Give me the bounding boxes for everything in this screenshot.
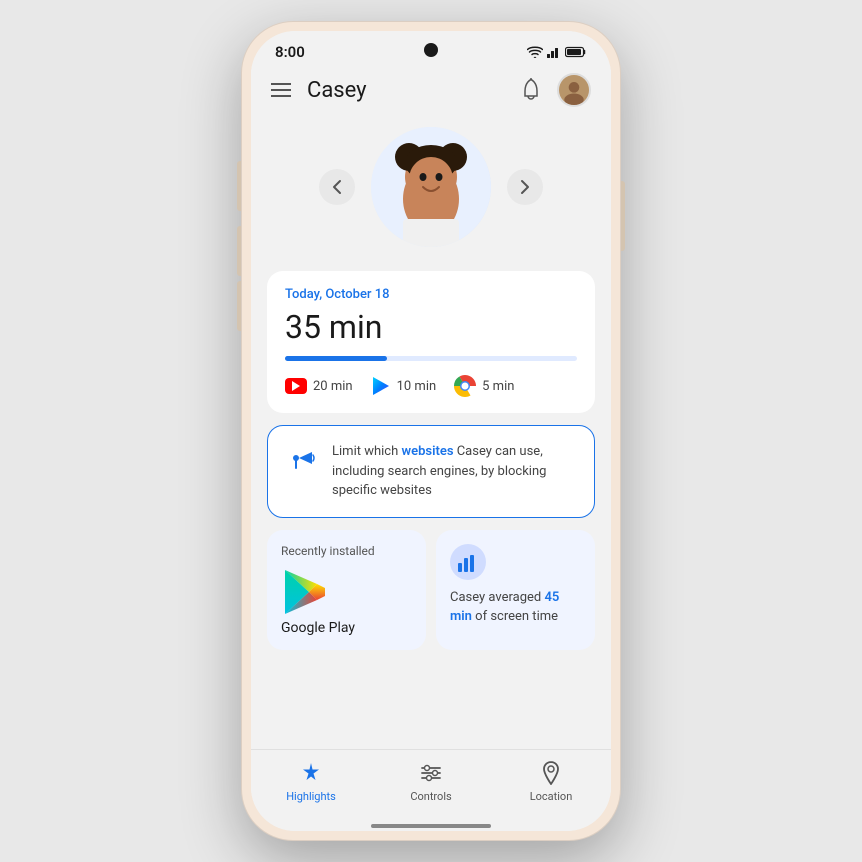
bell-icon[interactable] — [517, 76, 545, 104]
stats-text-suffix: of screen time — [472, 609, 558, 624]
home-indicator — [251, 825, 611, 831]
phone-screen: 8:00 — [251, 31, 611, 831]
camera-notch — [424, 43, 438, 57]
wifi-icon — [527, 46, 543, 59]
signal-icon — [547, 46, 561, 58]
location-icon — [538, 760, 564, 786]
next-child-button[interactable] — [507, 169, 543, 205]
progress-bar-fill — [285, 356, 387, 361]
date-label: Today, October 18 — [285, 287, 577, 302]
app-content: Casey — [251, 65, 611, 831]
recently-installed-app-name: Google Play — [281, 620, 412, 636]
child-avatar — [371, 127, 491, 247]
gplay-usage: 10 min — [371, 376, 437, 396]
nav-item-highlights[interactable]: Highlights — [251, 760, 371, 803]
bottom-spacer — [267, 662, 595, 670]
menu-icon[interactable] — [271, 83, 291, 97]
promo-text-prefix: Limit which — [332, 444, 401, 459]
google-play-small-icon — [371, 376, 391, 396]
youtube-usage: 20 min — [285, 378, 353, 394]
recently-installed-label: Recently installed — [281, 544, 412, 558]
top-bar-left: Casey — [271, 78, 367, 103]
nav-item-location[interactable]: Location — [491, 760, 611, 803]
prev-child-button[interactable] — [319, 169, 355, 205]
stats-icon — [450, 544, 486, 580]
chrome-usage: 5 min — [454, 375, 514, 397]
promo-text-bold: websites — [401, 444, 453, 459]
promo-card[interactable]: Limit which websites Casey can use, incl… — [267, 425, 595, 518]
stats-text: Casey averaged 45 min of screen time — [450, 588, 581, 627]
screen-time-card: Today, October 18 35 min 20 min — [267, 271, 595, 413]
youtube-icon — [285, 378, 307, 394]
status-time: 8:00 — [275, 43, 305, 61]
promo-text: Limit which websites Casey can use, incl… — [332, 442, 576, 501]
progress-bar — [285, 356, 577, 361]
nav-item-controls[interactable]: Controls — [371, 760, 491, 803]
home-indicator-bar — [371, 824, 491, 828]
bottom-cards-row: Recently installed — [267, 530, 595, 650]
controls-icon — [418, 760, 444, 786]
recently-installed-card[interactable]: Recently installed — [267, 530, 426, 650]
chrome-time: 5 min — [482, 379, 514, 394]
status-bar: 8:00 — [251, 31, 611, 65]
google-play-large-icon — [281, 568, 329, 616]
highlights-label: Highlights — [286, 790, 336, 803]
promo-icon — [286, 442, 318, 474]
scroll-content: Today, October 18 35 min 20 min — [251, 119, 611, 749]
parent-avatar[interactable] — [557, 73, 591, 107]
chrome-icon — [454, 375, 476, 397]
app-usage-row: 20 min — [285, 375, 577, 397]
stats-text-prefix: Casey averaged — [450, 590, 545, 605]
battery-icon — [565, 46, 587, 58]
stats-card[interactable]: Casey averaged 45 min of screen time — [436, 530, 595, 650]
profile-section — [267, 119, 595, 259]
page-title: Casey — [307, 78, 367, 103]
bottom-nav: Highlights Controls — [251, 749, 611, 823]
gplay-time: 10 min — [397, 379, 437, 394]
location-label: Location — [530, 790, 573, 803]
screen-time-value: 35 min — [285, 308, 577, 346]
top-bar: Casey — [251, 65, 611, 119]
status-icons — [527, 46, 587, 59]
youtube-time: 20 min — [313, 379, 353, 394]
controls-label: Controls — [410, 790, 451, 803]
top-bar-right — [517, 73, 591, 107]
phone-frame: 8:00 — [241, 21, 621, 841]
highlights-icon — [298, 760, 324, 786]
